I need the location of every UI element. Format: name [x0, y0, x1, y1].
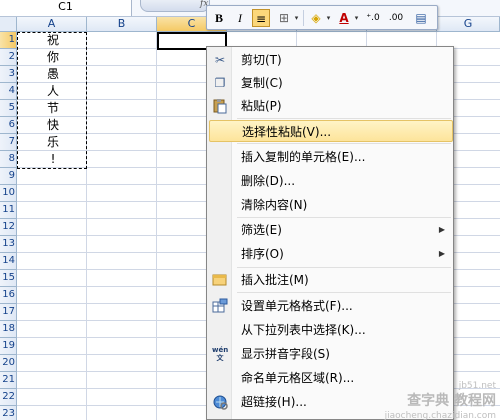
- row-header[interactable]: 15: [0, 270, 17, 287]
- bold-button[interactable]: B: [210, 9, 228, 27]
- borders-icon[interactable]: ⊞: [275, 9, 293, 27]
- row-header[interactable]: 2: [0, 49, 17, 66]
- menu-item-sort[interactable]: 排序(O) ▶: [209, 243, 453, 265]
- menu-item-filter[interactable]: 筛选(E) ▶: [209, 219, 453, 241]
- toolbar-separator: [303, 10, 304, 26]
- row-header[interactable]: 10: [0, 185, 17, 202]
- format-painter-icon[interactable]: ▤: [412, 9, 430, 27]
- menu-item-label: 筛选(E): [241, 223, 282, 237]
- submenu-arrow-icon: ▶: [438, 225, 445, 234]
- menu-item-label: 超链接(H)...: [241, 395, 307, 409]
- menu-item-label: 排序(O): [241, 247, 284, 261]
- row-header[interactable]: 1: [0, 32, 17, 49]
- menu-separator: [237, 267, 451, 268]
- row-header[interactable]: 17: [0, 304, 17, 321]
- row-header[interactable]: 23: [0, 406, 17, 420]
- watermark-url: jiaocheng.chazidian.com: [384, 411, 496, 420]
- decrease-decimal-icon[interactable]: .00: [387, 9, 405, 27]
- row-header[interactable]: 11: [0, 202, 17, 219]
- scissors-icon: ✂: [214, 53, 226, 67]
- watermark-title: 查字典 教程网: [407, 393, 496, 409]
- row-header[interactable]: 9: [0, 168, 17, 185]
- mini-toolbar: B I ≡ ⊞ ▾ ◈ ▾ A ▾ ⁺.0 .00 ▤: [206, 5, 438, 30]
- font-color-dropdown-icon[interactable]: ▾: [353, 9, 360, 27]
- menu-item-paste[interactable]: 粘贴(P): [209, 95, 453, 117]
- menu-item-insert-comment[interactable]: 插入批注(M): [209, 269, 453, 291]
- column-header-g[interactable]: G: [437, 17, 500, 32]
- increase-decimal-icon[interactable]: ⁺.0: [364, 9, 382, 27]
- name-box[interactable]: C1: [0, 0, 132, 16]
- menu-separator: [237, 143, 451, 144]
- row-header[interactable]: 7: [0, 134, 17, 151]
- fill-color-dropdown-icon[interactable]: ▾: [325, 9, 332, 27]
- menu-item-label: 插入复制的单元格(E)...: [241, 150, 366, 164]
- watermark-site: jb51.net: [458, 381, 496, 391]
- row-header[interactable]: 5: [0, 100, 17, 117]
- menu-item-label: 设置单元格格式(F)...: [241, 299, 353, 313]
- context-menu: ✂ 剪切(T) ❐ 复制(C) 粘贴(P) 选择性粘贴(V)... 插入复制的单…: [206, 46, 454, 420]
- paste-icon: [212, 98, 228, 114]
- select-all-corner[interactable]: [0, 17, 17, 32]
- row-header[interactable]: 21: [0, 372, 17, 389]
- align-center-icon[interactable]: ≡: [252, 9, 270, 27]
- menu-item-label: 清除内容(N): [241, 198, 308, 212]
- copy-icon: ❐: [214, 76, 226, 90]
- watermark: jb51.net 查字典 教程网 jiaocheng.chazidian.com: [362, 380, 500, 420]
- comment-icon: [212, 272, 228, 288]
- row-header[interactable]: 20: [0, 355, 17, 372]
- copy-marquee: [17, 32, 87, 169]
- menu-item-cut[interactable]: ✂ 剪切(T): [209, 49, 453, 71]
- submenu-arrow-icon: ▶: [438, 249, 445, 258]
- menu-separator: [237, 292, 451, 293]
- column-header-b[interactable]: B: [87, 17, 157, 32]
- fill-color-icon[interactable]: ◈: [307, 9, 325, 27]
- row-header[interactable]: 14: [0, 253, 17, 270]
- font-color-icon[interactable]: A: [335, 9, 353, 27]
- row-header[interactable]: 3: [0, 66, 17, 83]
- row-header[interactable]: 18: [0, 321, 17, 338]
- menu-item-label: 命名单元格区域(R)...: [241, 371, 355, 385]
- menu-item-label: 显示拼音字段(S): [241, 347, 330, 361]
- hyperlink-icon: [212, 394, 228, 410]
- menu-item-format-cells[interactable]: 设置单元格格式(F)...: [209, 295, 453, 317]
- menu-item-label: 剪切(T): [241, 53, 282, 67]
- menu-item-show-pinyin[interactable]: wén 文 显示拼音字段(S): [209, 343, 453, 365]
- column-header-a[interactable]: A: [17, 17, 87, 32]
- row-header[interactable]: 22: [0, 389, 17, 406]
- menu-separator: [237, 217, 451, 218]
- row-header[interactable]: 4: [0, 83, 17, 100]
- row-header[interactable]: 8: [0, 151, 17, 168]
- menu-item-label: 复制(C): [241, 76, 283, 90]
- menu-item-label: 选择性粘贴(V)...: [242, 125, 332, 139]
- menu-item-delete[interactable]: 删除(D)...: [209, 170, 453, 192]
- format-cells-icon: [212, 298, 228, 314]
- pinyin-icon: wén 文: [212, 346, 229, 362]
- menu-item-label: 从下拉列表中选择(K)...: [241, 323, 366, 337]
- menu-item-insert-copied-cells[interactable]: 插入复制的单元格(E)...: [209, 146, 453, 168]
- row-header[interactable]: 13: [0, 236, 17, 253]
- borders-dropdown-icon[interactable]: ▾: [293, 9, 300, 27]
- row-header[interactable]: 12: [0, 219, 17, 236]
- menu-item-clear-contents[interactable]: 清除内容(N): [209, 194, 453, 216]
- menu-item-copy[interactable]: ❐ 复制(C): [209, 72, 453, 94]
- italic-button[interactable]: I: [231, 9, 249, 27]
- menu-item-paste-special[interactable]: 选择性粘贴(V)...: [209, 120, 453, 142]
- menu-separator: [237, 118, 451, 119]
- menu-item-label: 粘贴(P): [241, 99, 282, 113]
- menu-item-label: 删除(D)...: [241, 174, 296, 188]
- row-header[interactable]: 6: [0, 117, 17, 134]
- row-header[interactable]: 16: [0, 287, 17, 304]
- menu-item-pick-from-list[interactable]: 从下拉列表中选择(K)...: [209, 319, 453, 341]
- menu-item-label: 插入批注(M): [241, 273, 309, 287]
- row-header[interactable]: 19: [0, 338, 17, 355]
